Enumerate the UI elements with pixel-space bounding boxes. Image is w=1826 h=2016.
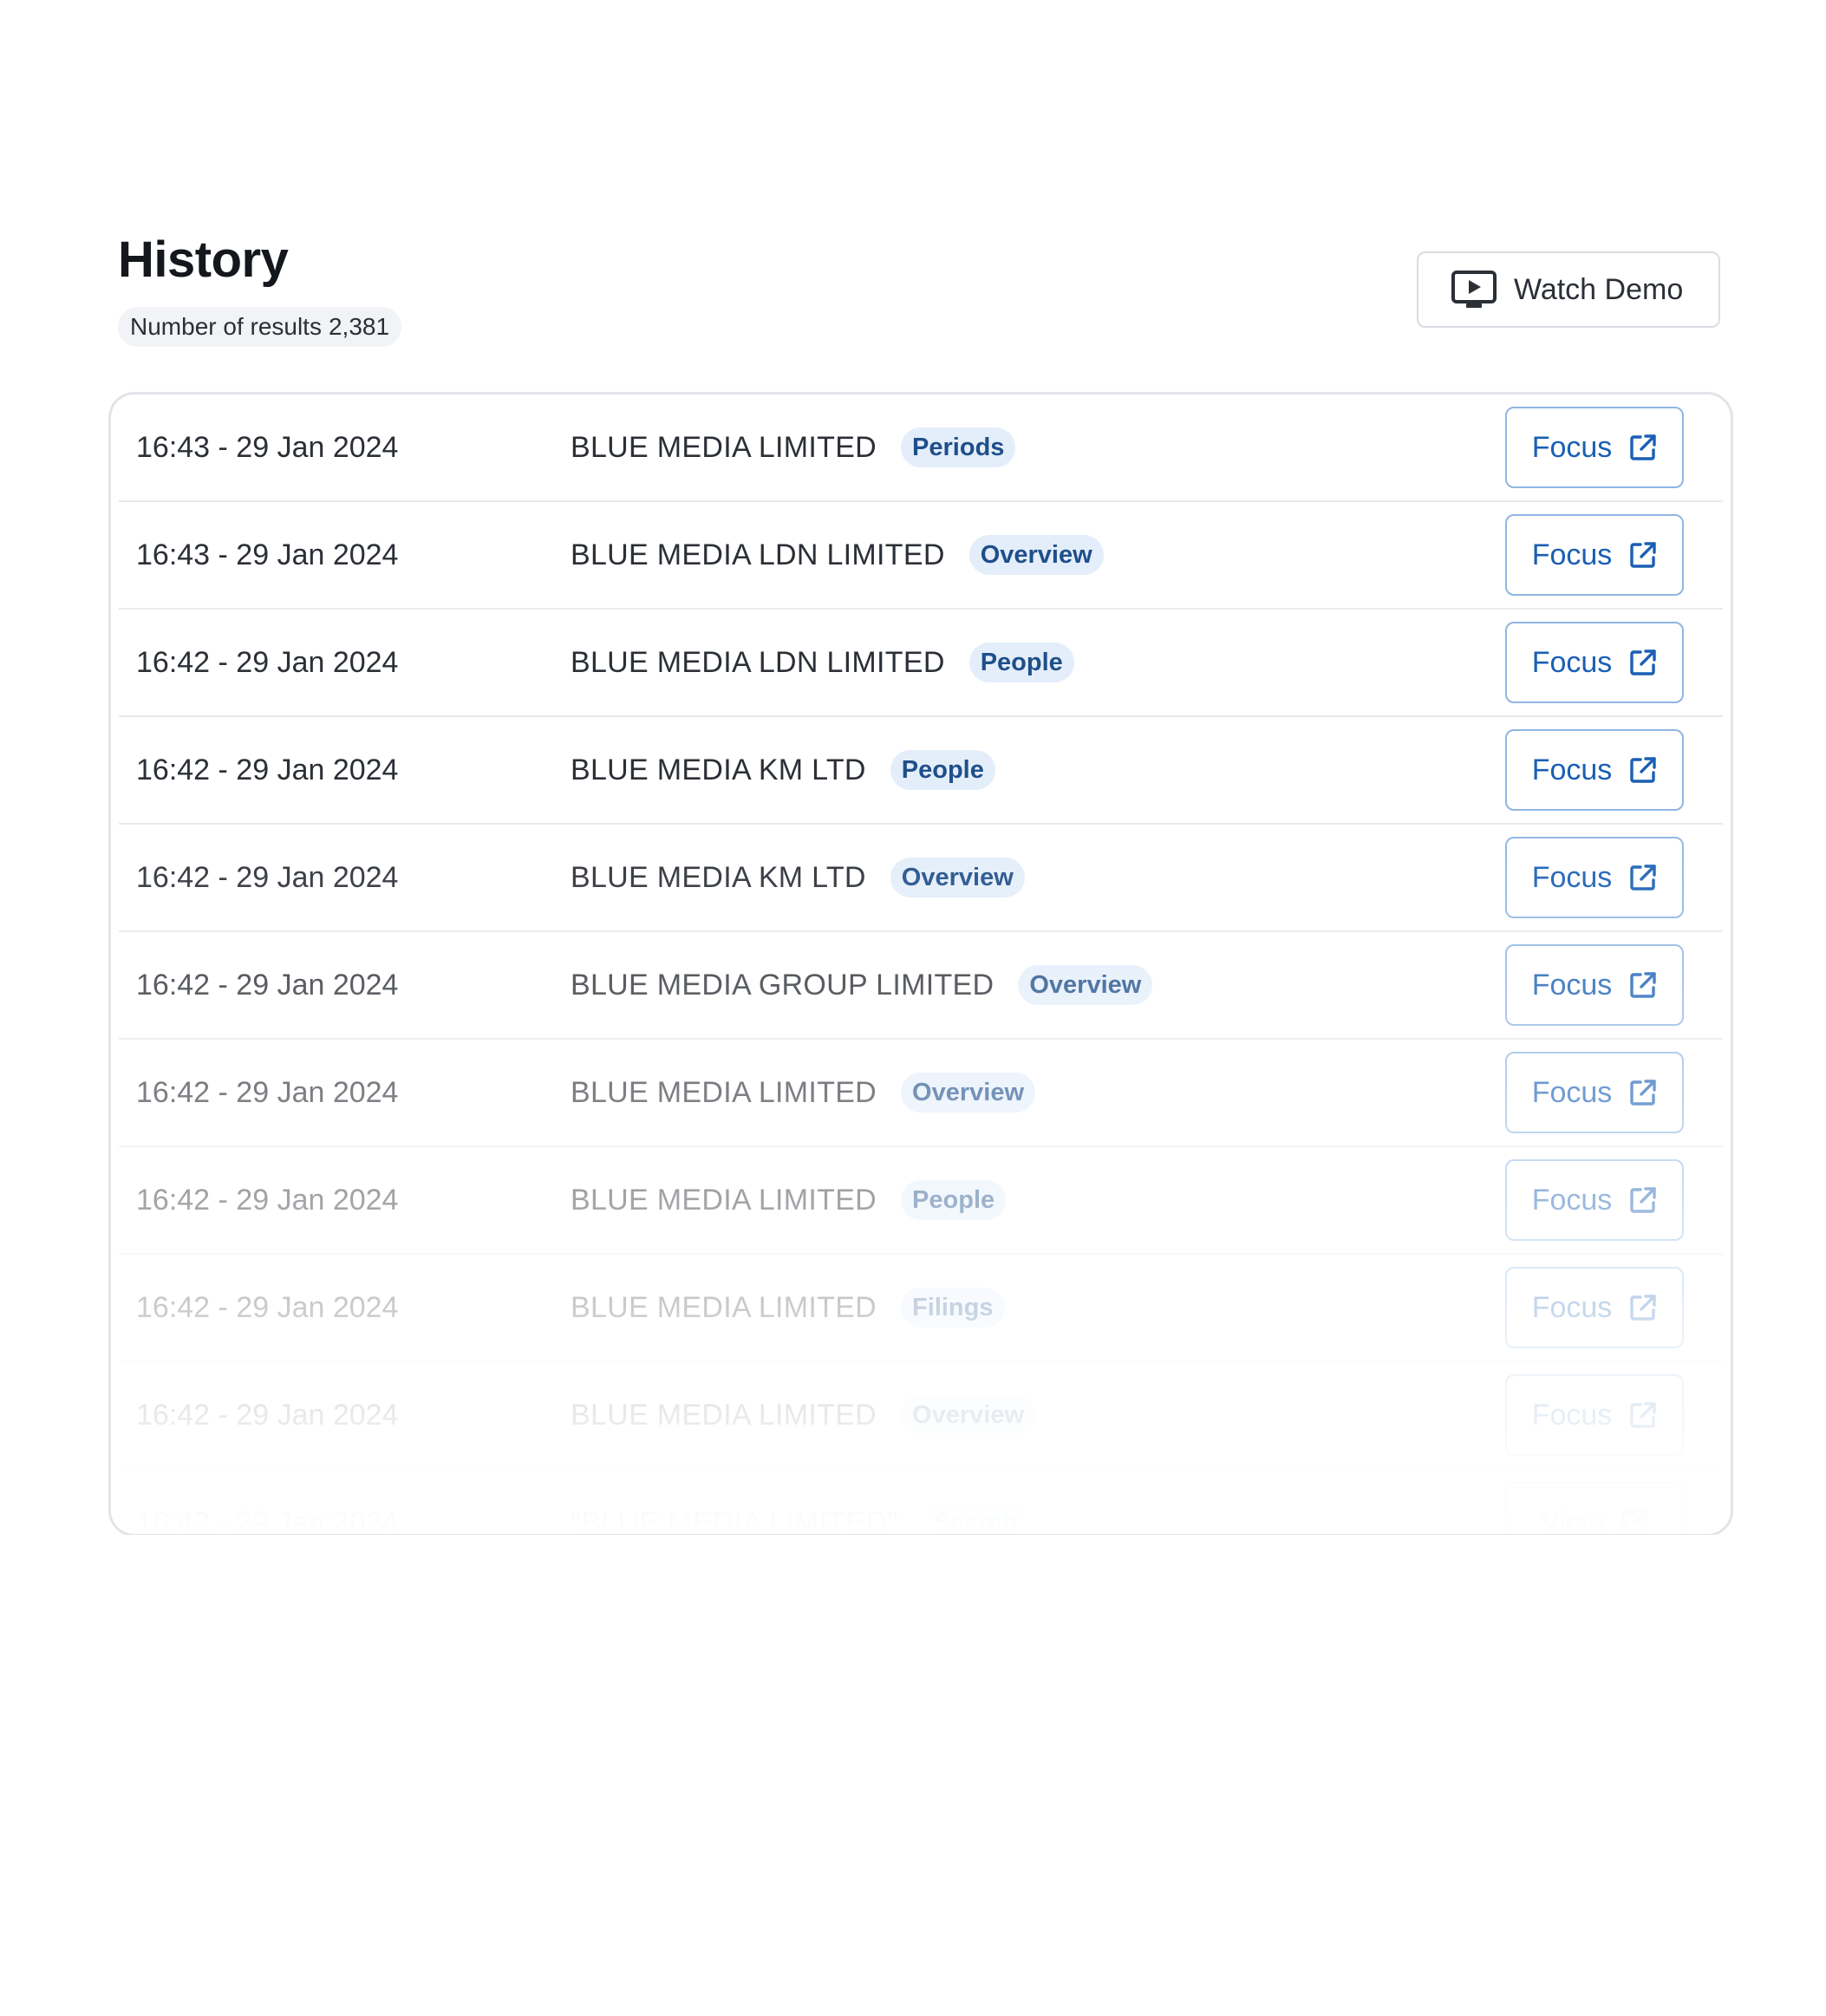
row-company-cell: BLUE MEDIA KM LTD Overview [571,825,1025,930]
table-row: 16:42 - 29 Jan 2024 BLUE MEDIA LIMITED F… [119,1255,1723,1362]
row-section-tag: Overview [968,535,1104,575]
row-company-cell: BLUE MEDIA GROUP LIMITED Overview [571,932,1153,1038]
row-company-name: BLUE MEDIA KM LTD [571,753,866,786]
row-section-tag: Overview [901,1395,1036,1435]
results-count-badge: Number of results 2,381 [118,307,402,347]
row-timestamp: 16:43 - 29 Jan 2024 [136,431,399,464]
row-company-cell: BLUE MEDIA LIMITED Overview [571,1362,1036,1468]
row-section-tag: Overview [890,858,1025,897]
row-focus-label: Focus [1531,1075,1613,1109]
row-company-name: BLUE MEDIA LIMITED [571,1290,877,1324]
row-company-cell: BLUE MEDIA KM LTD People [571,717,995,823]
row-section-tag: Search [922,1503,1029,1534]
page-title: History [118,232,289,288]
row-timestamp: 16:42 - 29 Jan 2024 [136,754,399,786]
row-section-tag: Overview [1018,965,1153,1005]
external-link-icon [1629,1401,1657,1429]
row-timestamp: 16:42 - 29 Jan 2024 [136,1184,399,1217]
row-company-name: BLUE MEDIA LIMITED [571,1398,877,1432]
row-timestamp: 16:43 - 29 Jan 2024 [136,538,399,571]
external-link-icon [1629,541,1657,569]
row-timestamp: 16:42 - 29 Jan 2024 [136,1291,399,1324]
table-row: 16:42 - 29 Jan 2024 BLUE MEDIA LIMITED P… [119,1147,1723,1255]
row-company-name: BLUE MEDIA KM LTD [571,860,866,894]
row-timestamp: 16:42 - 29 Jan 2024 [136,969,399,1001]
history-table: 16:43 - 29 Jan 2024 BLUE MEDIA LIMITED P… [108,392,1733,1536]
row-timestamp: 16:42 - 29 Jan 2024 [136,646,399,679]
row-company-name: BLUE MEDIA GROUP LIMITED [571,968,995,1001]
watch-demo-label: Watch Demo [1514,272,1684,306]
table-row: 16:42 - 29 Jan 2024 BLUE MEDIA LIMITED O… [119,1040,1723,1147]
results-count: 2,381 [328,313,390,340]
table-row: 16:42 - 29 Jan 2024 BLUE MEDIA KM LTD Ov… [119,825,1723,932]
row-company-name: BLUE MEDIA LIMITED [571,1075,877,1109]
bottom-mask [87,1535,1751,1604]
row-focus-button[interactable]: Focus [1505,729,1684,811]
external-link-icon [1629,1186,1657,1214]
row-section-tag: People [890,750,995,790]
row-focus-label: Focus [1531,430,1613,464]
row-focus-button[interactable]: Focus [1505,1374,1684,1456]
row-focus-label: Focus [1531,538,1613,571]
row-company-cell: "BLUE MEDIA LIMITED" Search [571,1470,1029,1536]
row-focus-button[interactable]: View [1505,1482,1684,1536]
table-row: 16:43 - 29 Jan 2024 BLUE MEDIA LDN LIMIT… [119,502,1723,610]
row-timestamp: 16:42 - 29 Jan 2024 [136,1506,399,1536]
row-timestamp: 16:42 - 29 Jan 2024 [136,1076,399,1109]
row-focus-button[interactable]: Focus [1505,1267,1684,1348]
row-focus-label: Focus [1531,645,1613,679]
watch-demo-button[interactable]: Watch Demo [1417,251,1720,328]
row-focus-label: Focus [1531,860,1613,894]
row-company-cell: BLUE MEDIA LDN LIMITED People [571,610,1074,715]
row-focus-label: View [1540,1505,1604,1536]
row-company-name: BLUE MEDIA LDN LIMITED [571,645,945,679]
play-screen-icon [1451,271,1497,309]
row-timestamp: 16:42 - 29 Jan 2024 [136,861,399,894]
row-focus-label: Focus [1531,753,1613,786]
row-focus-button[interactable]: Focus [1505,837,1684,918]
row-focus-button[interactable]: Focus [1505,944,1684,1026]
row-focus-button[interactable]: Focus [1505,622,1684,703]
row-focus-label: Focus [1531,1398,1613,1432]
external-link-icon [1629,864,1657,891]
external-link-icon [1629,971,1657,999]
row-section-tag: Filings [901,1288,1005,1328]
table-row: 16:42 - 29 Jan 2024 BLUE MEDIA KM LTD Pe… [119,717,1723,825]
row-section-tag: People [901,1180,1007,1220]
row-company-name: BLUE MEDIA LIMITED [571,1183,877,1217]
row-company-name: "BLUE MEDIA LIMITED" [571,1505,898,1536]
external-link-icon [1629,1079,1657,1106]
row-company-cell: BLUE MEDIA LIMITED People [571,1147,1007,1253]
row-focus-button[interactable]: Focus [1505,1052,1684,1133]
row-section-tag: People [968,643,1074,682]
table-row: 16:43 - 29 Jan 2024 BLUE MEDIA LIMITED P… [119,395,1723,502]
table-row: 16:42 - 29 Jan 2024 BLUE MEDIA GROUP LIM… [119,932,1723,1040]
row-focus-label: Focus [1531,968,1613,1001]
row-company-name: BLUE MEDIA LDN LIMITED [571,538,945,571]
row-company-cell: BLUE MEDIA LDN LIMITED Overview [571,502,1104,608]
row-company-cell: BLUE MEDIA LIMITED Overview [571,1040,1036,1145]
row-section-tag: Overview [901,1073,1036,1112]
row-focus-label: Focus [1531,1290,1613,1324]
external-link-icon [1629,434,1657,461]
row-section-tag: Periods [901,427,1016,467]
row-focus-button[interactable]: Focus [1505,1159,1684,1241]
row-company-cell: BLUE MEDIA LIMITED Periods [571,395,1016,500]
row-company-cell: BLUE MEDIA LIMITED Filings [571,1255,1005,1360]
table-row: 16:42 - 29 Jan 2024 BLUE MEDIA LDN LIMIT… [119,610,1723,717]
row-focus-button[interactable]: Focus [1505,514,1684,596]
history-rows: 16:43 - 29 Jan 2024 BLUE MEDIA LIMITED P… [111,395,1731,1536]
external-link-icon [1629,649,1657,676]
table-row: 16:42 - 29 Jan 2024 BLUE MEDIA LIMITED O… [119,1362,1723,1470]
results-label: Number of results [130,313,322,340]
row-focus-label: Focus [1531,1183,1613,1217]
row-focus-button[interactable]: Focus [1505,407,1684,488]
external-link-icon [1621,1509,1649,1534]
row-company-name: BLUE MEDIA LIMITED [571,430,877,464]
row-timestamp: 16:42 - 29 Jan 2024 [136,1399,399,1432]
table-row: 16:42 - 29 Jan 2024 "BLUE MEDIA LIMITED"… [119,1470,1723,1536]
external-link-icon [1629,1294,1657,1321]
page-header: History Number of results 2,381 Watch Dem… [95,217,1725,382]
external-link-icon [1629,756,1657,784]
